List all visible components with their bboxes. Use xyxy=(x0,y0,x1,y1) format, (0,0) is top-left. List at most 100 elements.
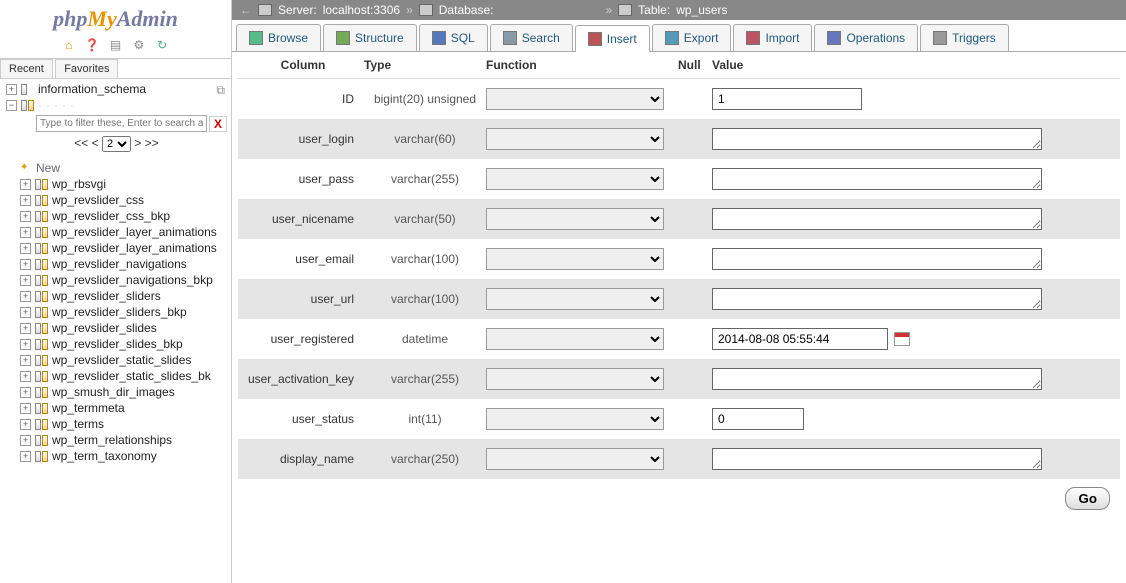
value-user_activation_key[interactable] xyxy=(712,368,1042,390)
table-wp_revslider_static_slides_bk[interactable]: +wp_revslider_static_slides_bk xyxy=(2,368,231,384)
expand-icon[interactable]: + xyxy=(20,275,31,286)
func-ID[interactable] xyxy=(486,88,664,110)
link-icon[interactable]: ⧉ xyxy=(216,83,225,98)
nav-import[interactable]: Import xyxy=(733,24,812,51)
expand-icon[interactable]: + xyxy=(20,339,31,350)
value-user_registered[interactable] xyxy=(712,328,888,350)
table-icon-pair xyxy=(35,291,49,302)
db-current[interactable]: − ····· xyxy=(2,97,231,113)
table-wp_term_taxonomy[interactable]: +wp_term_taxonomy xyxy=(2,448,231,464)
row-user_activation_key: user_activation_keyvarchar(255) xyxy=(238,359,1120,399)
logo[interactable]: phpMyAdmin xyxy=(0,0,231,34)
bc-table-value[interactable]: wp_users xyxy=(676,3,727,17)
bc-server-value[interactable]: localhost:3306 xyxy=(323,3,400,17)
nav-browse[interactable]: Browse xyxy=(236,24,321,51)
table-wp_revslider_slides_bkp[interactable]: +wp_revslider_slides_bkp xyxy=(2,336,231,352)
value-user_pass[interactable] xyxy=(712,168,1042,190)
expand-icon[interactable]: + xyxy=(20,195,31,206)
calendar-icon[interactable] xyxy=(894,332,910,346)
nav-export[interactable]: Export xyxy=(652,24,732,51)
expand-icon[interactable]: + xyxy=(20,323,31,334)
table-wp_revslider_navigations[interactable]: +wp_revslider_navigations xyxy=(2,256,231,272)
home-icon[interactable]: ⌂ xyxy=(61,38,77,54)
table-wp_revslider_slides[interactable]: +wp_revslider_slides xyxy=(2,320,231,336)
value-user_email[interactable] xyxy=(712,248,1042,270)
value-user_status[interactable] xyxy=(712,408,804,430)
table-wp_revslider_layer_animations[interactable]: +wp_revslider_layer_animations xyxy=(2,240,231,256)
expand-icon[interactable]: + xyxy=(20,227,31,238)
filter-input[interactable] xyxy=(36,115,207,132)
table-wp_term_relationships[interactable]: +wp_term_relationships xyxy=(2,432,231,448)
nav-operations[interactable]: Operations xyxy=(814,24,918,51)
value-ID[interactable] xyxy=(712,88,862,110)
pager-next[interactable]: > >> xyxy=(134,136,158,150)
expand-icon[interactable]: + xyxy=(6,84,17,95)
table-wp_revslider_css[interactable]: +wp_revslider_css xyxy=(2,192,231,208)
reload-icon[interactable]: ↻ xyxy=(154,38,170,54)
table-wp_revslider_css_bkp[interactable]: +wp_revslider_css_bkp xyxy=(2,208,231,224)
pager-prev[interactable]: << < xyxy=(74,136,98,150)
export-icon xyxy=(665,31,679,45)
expand-icon[interactable]: + xyxy=(20,307,31,318)
expand-icon[interactable]: + xyxy=(20,387,31,398)
col-type: varchar(60) xyxy=(364,132,486,146)
hdr-null: Null xyxy=(678,58,712,72)
filter-clear[interactable]: X xyxy=(209,116,227,132)
table-wp_revslider_static_slides[interactable]: +wp_revslider_static_slides xyxy=(2,352,231,368)
expand-icon[interactable]: + xyxy=(20,403,31,414)
value-user_nicename[interactable] xyxy=(712,208,1042,230)
nav-insert[interactable]: Insert xyxy=(575,25,650,52)
bc-table-label: Table: xyxy=(638,3,670,17)
nav-search[interactable]: Search xyxy=(490,24,573,51)
nav-collapse-icon[interactable]: ← xyxy=(240,3,252,17)
value-user_login[interactable] xyxy=(712,128,1042,150)
database-icon xyxy=(21,84,35,95)
value-display_name[interactable] xyxy=(712,448,1042,470)
table-wp_rbsvgi[interactable]: +wp_rbsvgi xyxy=(2,176,231,192)
nav-triggers[interactable]: Triggers xyxy=(920,24,1009,51)
logo-my: My xyxy=(87,6,116,31)
collapse-icon[interactable]: − xyxy=(6,100,17,111)
func-user_status[interactable] xyxy=(486,408,664,430)
top-nav: BrowseStructureSQLSearchInsertExportImpo… xyxy=(232,20,1126,52)
func-user_nicename[interactable] xyxy=(486,208,664,230)
tab-recent[interactable]: Recent xyxy=(0,59,53,78)
table-wp_termmeta[interactable]: +wp_termmeta xyxy=(2,400,231,416)
expand-icon[interactable]: + xyxy=(20,355,31,366)
expand-icon[interactable]: + xyxy=(20,451,31,462)
table-wp_smush_dir_images[interactable]: +wp_smush_dir_images xyxy=(2,384,231,400)
expand-icon[interactable]: + xyxy=(20,291,31,302)
new-table[interactable]: New xyxy=(2,160,231,176)
expand-icon[interactable]: + xyxy=(20,179,31,190)
value-user_url[interactable] xyxy=(712,288,1042,310)
table-wp_revslider_sliders[interactable]: +wp_revslider_sliders xyxy=(2,288,231,304)
expand-icon[interactable]: + xyxy=(20,371,31,382)
expand-icon[interactable]: + xyxy=(20,419,31,430)
func-user_email[interactable] xyxy=(486,248,664,270)
expand-icon[interactable]: + xyxy=(20,243,31,254)
func-user_url[interactable] xyxy=(486,288,664,310)
logout-icon[interactable]: ❓ xyxy=(84,38,100,54)
table-wp_terms[interactable]: +wp_terms xyxy=(2,416,231,432)
func-user_activation_key[interactable] xyxy=(486,368,664,390)
table-wp_revslider_sliders_bkp[interactable]: +wp_revslider_sliders_bkp xyxy=(2,304,231,320)
nav-structure[interactable]: Structure xyxy=(323,24,417,51)
table-wp_revslider_navigations_bkp[interactable]: +wp_revslider_navigations_bkp xyxy=(2,272,231,288)
tab-favorites[interactable]: Favorites xyxy=(55,59,118,78)
expand-icon[interactable]: + xyxy=(20,259,31,270)
func-user_registered[interactable] xyxy=(486,328,664,350)
expand-icon[interactable]: + xyxy=(20,211,31,222)
pager-select[interactable]: 2 xyxy=(102,136,131,152)
row-user_email: user_emailvarchar(100) xyxy=(238,239,1120,279)
nav-sql[interactable]: SQL xyxy=(419,24,488,51)
docs-icon[interactable]: ▤ xyxy=(108,38,124,54)
settings-icon[interactable]: ⚙ xyxy=(131,38,147,54)
table-wp_revslider_layer_animations[interactable]: +wp_revslider_layer_animations xyxy=(2,224,231,240)
func-user_pass[interactable] xyxy=(486,168,664,190)
func-display_name[interactable] xyxy=(486,448,664,470)
hdr-value: Value xyxy=(712,58,1116,72)
func-user_login[interactable] xyxy=(486,128,664,150)
expand-icon[interactable]: + xyxy=(20,435,31,446)
db-information-schema[interactable]: + information_schema xyxy=(2,81,231,97)
go-button[interactable]: Go xyxy=(1065,487,1110,510)
